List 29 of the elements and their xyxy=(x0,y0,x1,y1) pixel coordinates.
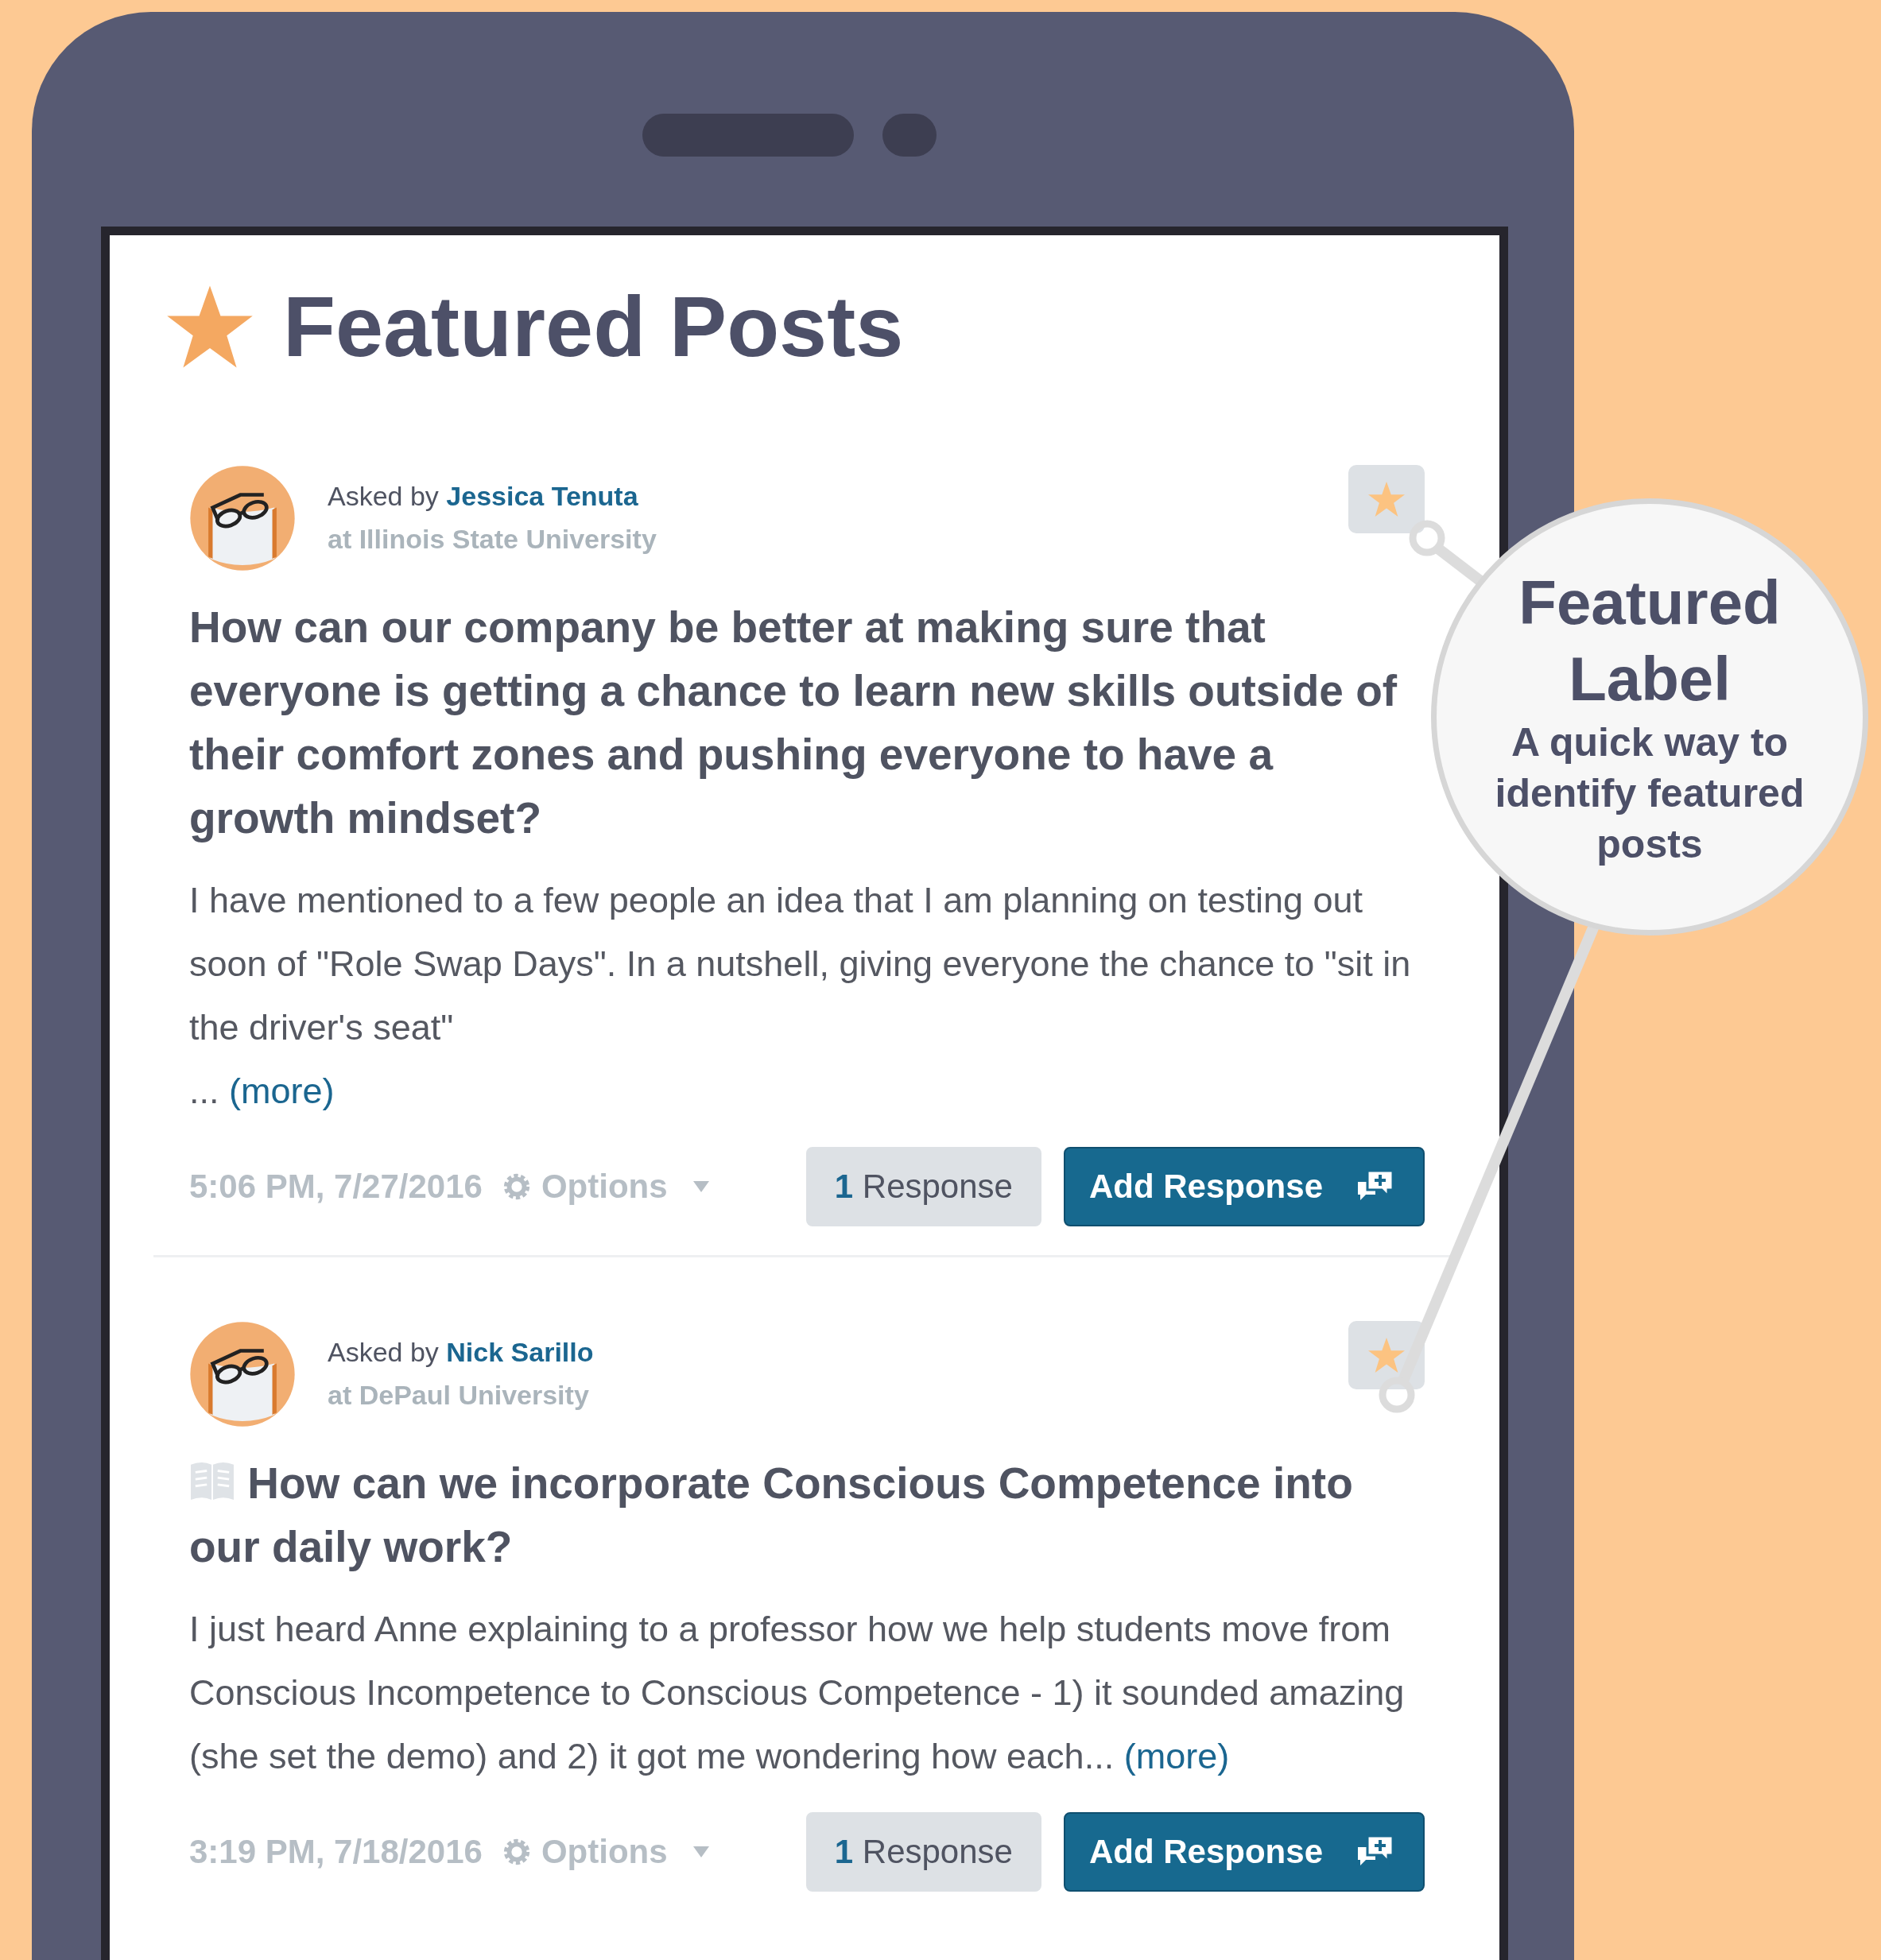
asked-by-label: Asked by xyxy=(328,1337,439,1367)
more-link[interactable]: (more) xyxy=(229,1071,335,1111)
question-title: How can our company be better at making sure that everyone is getting a chance to learn new skills outside of their comfort zones and pushing everyone to have a growth mindset? xyxy=(189,602,1398,844)
post-body: I have mentioned to a few people an idea that I am planning on testing out soon of "Role Swap Days". In a nutshell, giving everyone the chance to "sit in the driver's seat" ... (more) xyxy=(189,879,1412,1113)
responses-button[interactable]: 1 Response xyxy=(805,1812,1041,1892)
caret-icon xyxy=(692,1181,709,1192)
add-response-button[interactable]: Add Response xyxy=(1063,1812,1425,1892)
question-title: How can we incorporate Conscious Competence into our daily work? xyxy=(189,1458,1354,1573)
asked-by-label: Asked by xyxy=(328,481,439,511)
star-icon xyxy=(1367,481,1406,517)
responses-button[interactable]: 1 Response xyxy=(805,1147,1041,1226)
school-name: at DePaul University xyxy=(328,1379,590,1412)
author-link[interactable]: Jessica Tenuta xyxy=(446,481,638,511)
callout-text: A quick way to identify featured posts xyxy=(1494,719,1805,868)
avatar-icon xyxy=(189,1321,296,1427)
caret-icon xyxy=(692,1846,709,1857)
school-name: at Illinois State University xyxy=(328,523,657,556)
post-time: 5:06 PM, 7/27/2016 xyxy=(189,1168,483,1206)
featured-button[interactable] xyxy=(1348,465,1425,533)
callout-title: Featured Label xyxy=(1518,567,1782,715)
post-body: I just heard Anne explaining to a professor how we help students move from Conscious Incompetence to Conscious Competence - 1) it sounded amazing (she set the demo) and 2) it got me wondering how each... (more) xyxy=(189,1608,1406,1778)
more-link[interactable]: (more) xyxy=(1123,1736,1230,1776)
book-icon xyxy=(189,1460,235,1501)
star-icon xyxy=(1367,1337,1406,1373)
page-title: Featured Posts xyxy=(283,277,904,376)
add-response-button[interactable]: Add Response xyxy=(1063,1147,1425,1226)
post-time: 3:19 PM, 7/18/2016 xyxy=(189,1833,483,1871)
avatar-icon xyxy=(189,465,296,571)
author-link[interactable]: Nick Sarillo xyxy=(446,1337,594,1367)
